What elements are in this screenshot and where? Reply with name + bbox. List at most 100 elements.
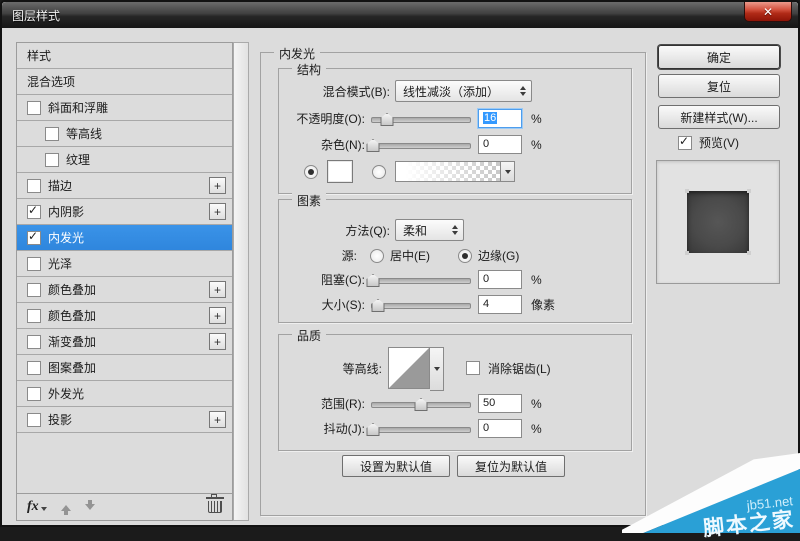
blend-mode-select[interactable]: 线性减淡（添加） [395, 80, 532, 102]
effect-checkbox[interactable] [27, 178, 41, 193]
sidebar-scrollbar[interactable] [233, 42, 249, 521]
sidebar-item-内阴影[interactable]: 内阴影 + [17, 199, 232, 225]
sidebar-item-渐变叠加[interactable]: 渐变叠加 + [17, 329, 232, 355]
add-effect-instance-button[interactable]: + [209, 411, 226, 428]
preview-label[interactable]: 预览(V) [699, 134, 739, 151]
antialias-checkbox[interactable] [466, 361, 480, 375]
choke-unit: % [531, 272, 542, 287]
effect-label: 样式 [27, 49, 52, 63]
source-edge-radio[interactable] [458, 248, 472, 263]
sidebar-item-斜面和浮雕[interactable]: 斜面和浮雕 [17, 95, 232, 121]
effect-checkbox[interactable] [27, 386, 41, 401]
add-effect-instance-button[interactable]: + [209, 281, 226, 298]
choke-input[interactable]: 0 [478, 270, 522, 289]
range-input[interactable]: 50 [478, 394, 522, 413]
sidebar-item-样式[interactable]: 样式 [17, 43, 232, 69]
ok-button[interactable]: 确定 [658, 45, 780, 69]
range-slider[interactable] [371, 397, 471, 411]
title-bar[interactable]: 图层样式 [2, 2, 798, 28]
technique-value: 柔和 [403, 223, 428, 238]
technique-label: 方法(Q): [345, 223, 390, 238]
jitter-slider-thumb[interactable] [366, 423, 380, 436]
effect-checkbox[interactable] [27, 412, 41, 427]
effect-checkbox[interactable] [27, 334, 41, 349]
contour-dropdown-button[interactable] [430, 347, 444, 391]
sidebar-item-光泽[interactable]: 光泽 [17, 251, 232, 277]
opacity-slider[interactable] [371, 112, 471, 126]
effect-checkbox[interactable] [27, 203, 41, 219]
panel-title: 内发光 [274, 45, 321, 62]
sidebar-item-图案叠加[interactable]: 图案叠加 [17, 355, 232, 381]
opacity-slider-thumb[interactable] [380, 113, 394, 126]
source-edge-label[interactable]: 边缘(G) [478, 247, 519, 264]
noise-input[interactable]: 0 [478, 135, 522, 154]
fx-menu-button[interactable]: fx [27, 499, 47, 515]
add-effect-instance-button[interactable]: + [209, 177, 226, 194]
sidebar-item-颜色叠加[interactable]: 颜色叠加 + [17, 303, 232, 329]
sidebar-item-等高线[interactable]: 等高线 [17, 121, 232, 147]
effect-label: 光泽 [48, 257, 73, 271]
effect-checkbox[interactable] [27, 308, 41, 323]
size-slider[interactable] [371, 298, 471, 312]
effect-checkbox[interactable] [45, 152, 59, 167]
gradient-fill-radio[interactable] [372, 164, 386, 179]
delete-effect-icon[interactable] [206, 494, 224, 513]
move-effect-up-button[interactable] [60, 500, 71, 515]
size-slider-thumb[interactable] [371, 299, 385, 312]
technique-select[interactable]: 柔和 [395, 219, 464, 241]
effect-checkbox[interactable] [27, 100, 41, 115]
glow-color-swatch[interactable] [327, 160, 353, 183]
layer-style-dialog: 图层样式 ✕ 样式 混合选项 斜面和浮雕 等高线 纹理 描边 + ✓ 内阴影 +… [0, 0, 800, 527]
effect-checkbox[interactable] [27, 360, 41, 375]
noise-slider-thumb[interactable] [366, 139, 380, 152]
color-fill-radio[interactable] [304, 164, 318, 179]
gradient-dropdown-button[interactable] [500, 162, 514, 181]
sidebar-item-外发光[interactable]: 外发光 [17, 381, 232, 407]
reset-button[interactable]: 复位 [658, 74, 780, 98]
opacity-input[interactable]: 16 [478, 109, 522, 128]
effect-checkbox[interactable] [27, 256, 41, 271]
preview-checkbox[interactable] [678, 134, 692, 150]
choke-slider[interactable] [366, 273, 471, 287]
effect-label: 颜色叠加 [48, 283, 97, 297]
range-slider-thumb[interactable] [414, 398, 428, 411]
add-effect-instance-button[interactable]: + [209, 203, 226, 220]
sidebar-item-纹理[interactable]: 纹理 [17, 147, 232, 173]
effect-checkbox[interactable] [45, 126, 59, 141]
sidebar-item-投影[interactable]: 投影 + [17, 407, 232, 433]
add-effect-instance-button[interactable]: + [209, 333, 226, 350]
effect-label: 斜面和浮雕 [48, 101, 109, 115]
reset-default-button[interactable]: 复位为默认值 [457, 455, 565, 477]
jitter-slider[interactable] [366, 422, 471, 436]
effect-checkbox[interactable] [27, 229, 41, 245]
range-unit: % [531, 396, 542, 411]
sidebar-item-颜色叠加[interactable]: 颜色叠加 + [17, 277, 232, 303]
source-center-label[interactable]: 居中(E) [390, 247, 430, 264]
close-button[interactable]: ✕ [744, 2, 792, 22]
size-unit: 像素 [531, 298, 556, 312]
jitter-input[interactable]: 0 [478, 419, 522, 438]
make-default-button[interactable]: 设置为默认值 [342, 455, 450, 477]
chevron-down-icon [40, 507, 47, 514]
dialog-title: 图层样式 [12, 8, 61, 23]
noise-slider[interactable] [366, 138, 471, 152]
sidebar-item-混合选项[interactable]: 混合选项 [17, 69, 232, 95]
gradient-picker[interactable] [395, 161, 515, 182]
updown-arrows-icon [520, 86, 526, 96]
sidebar-item-描边[interactable]: 描边 + [17, 173, 232, 199]
effect-label: 投影 [48, 413, 73, 427]
source-center-radio[interactable] [370, 248, 384, 263]
size-input[interactable]: 4 [478, 295, 522, 314]
effect-label: 颜色叠加 [48, 309, 97, 323]
add-effect-instance-button[interactable]: + [209, 307, 226, 324]
choke-slider-thumb[interactable] [366, 274, 380, 287]
size-label: 大小(S): [321, 298, 365, 312]
sidebar-item-内发光[interactable]: 内发光 [17, 225, 232, 251]
opacity-unit: % [531, 111, 542, 126]
move-effect-down-button[interactable] [84, 499, 95, 515]
effect-checkbox[interactable] [27, 282, 41, 297]
contour-thumbnail[interactable] [388, 347, 430, 389]
effect-label: 描边 [48, 179, 73, 193]
new-style-button[interactable]: 新建样式(W)... [658, 105, 780, 129]
antialias-label[interactable]: 消除锯齿(L) [488, 360, 551, 377]
